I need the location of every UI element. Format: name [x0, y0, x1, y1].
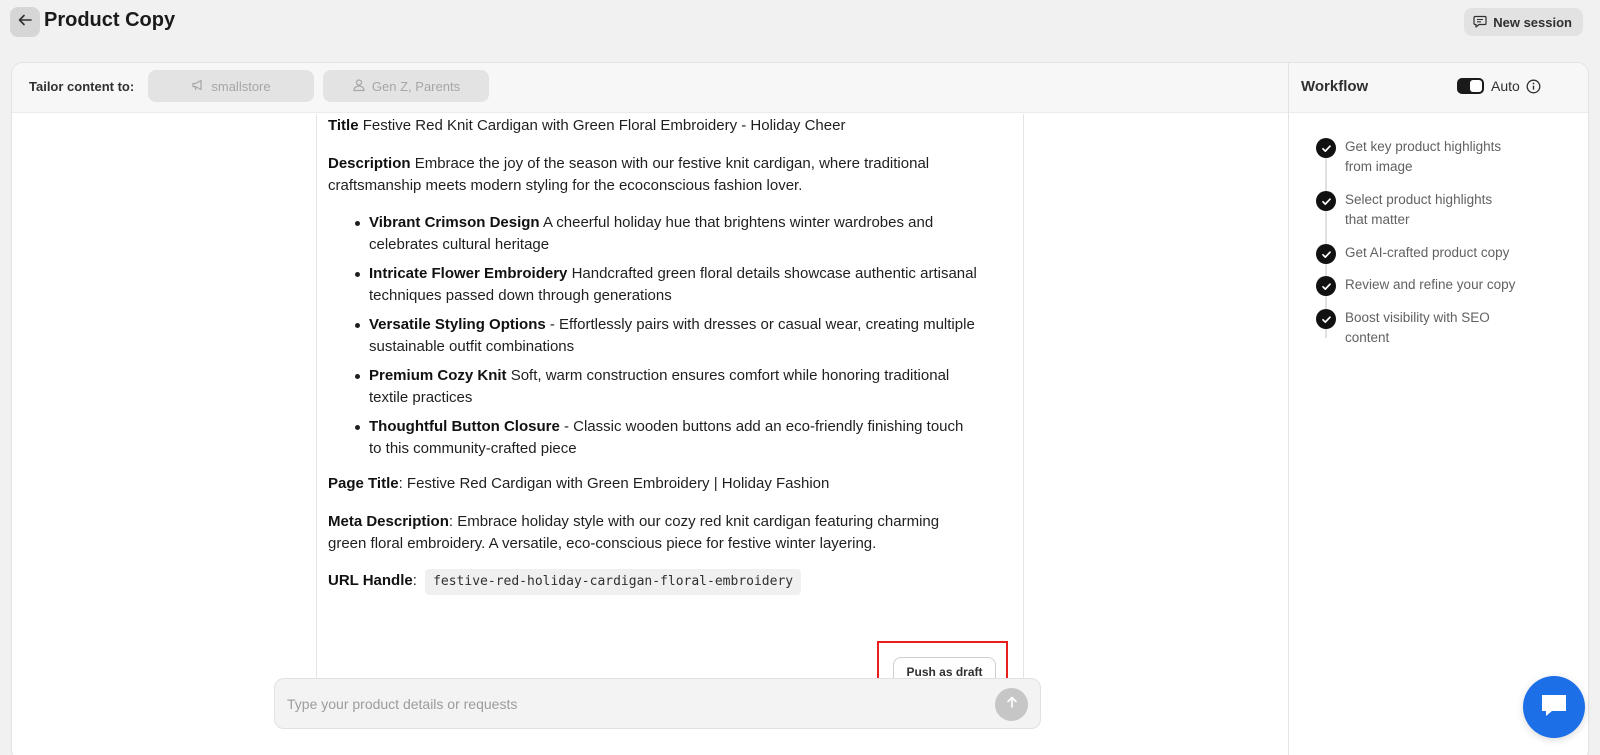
meta-description-line: Meta Description: Embrace holiday style … [328, 511, 939, 533]
step-label: Review and refine your copy [1345, 277, 1516, 292]
list-item: Versatile Styling Options - Effortlessly… [328, 314, 1008, 358]
bullet-label: Versatile Styling Options [369, 316, 546, 333]
arrow-up-icon [1005, 695, 1019, 714]
person-icon [352, 78, 366, 95]
store-chip[interactable]: smallstore [148, 70, 314, 102]
meta-description-label: Meta Description [328, 513, 449, 530]
top-bar: Product Copy New session [0, 0, 1600, 44]
step-label: Get key product highlights from image [1345, 139, 1502, 174]
description-label: Description [328, 155, 411, 172]
toggle-knob [1470, 80, 1482, 92]
workflow-title: Workflow [1301, 78, 1369, 95]
bullet-text-2: sustainable outfit combinations [369, 338, 575, 355]
description-text: Embrace the joy of the season with our f… [414, 155, 930, 172]
step-label: Get AI-crafted product copy [1345, 245, 1510, 260]
audience-chip[interactable]: Gen Z, Parents [323, 70, 489, 102]
check-icon [1316, 244, 1336, 264]
chat-bubble-icon [1539, 691, 1569, 724]
list-item: Premium Cozy Knit Soft, warm constructio… [328, 365, 1008, 409]
send-button[interactable] [995, 688, 1028, 721]
product-copy-card: Title Festive Red Knit Cardigan with Gre… [316, 114, 1024, 713]
bullet-text: Soft, warm construction ensures comfort … [510, 367, 950, 384]
page-title-value: : Festive Red Cardigan with Green Embroi… [398, 475, 830, 492]
step-label: Select product highlights that matter [1345, 192, 1493, 227]
info-icon[interactable] [1526, 79, 1541, 99]
bullet-label: Intricate Flower Embroidery [369, 265, 568, 282]
title-label: Title [328, 117, 359, 134]
bullet-text: Handcrafted green floral details showcas… [571, 265, 977, 282]
check-icon [1316, 191, 1336, 211]
url-handle-separator: : [412, 572, 417, 589]
bullet-text: A cheerful holiday hue that brightens wi… [542, 214, 934, 231]
bullet-label: Premium Cozy Knit [369, 367, 507, 384]
url-handle-label: URL Handle [328, 572, 413, 589]
content-area: Tailor content to: smallstore Gen Z, Par… [12, 63, 1314, 755]
auto-label: Auto [1491, 78, 1520, 94]
list-item: Intricate Flower Embroidery Handcrafted … [328, 263, 1008, 307]
check-icon [1316, 138, 1336, 158]
audience-chip-label: Gen Z, Parents [371, 78, 461, 94]
meta-description-line-2: green floral embroidery. A versatile, ec… [328, 535, 877, 552]
bullet-text-2: to this community-crafted piece [369, 440, 577, 457]
description-line-2: craftsmanship meets modern styling for t… [328, 177, 803, 194]
back-button[interactable] [10, 7, 40, 37]
new-session-button[interactable]: New session [1464, 8, 1583, 36]
megaphone-icon [191, 78, 205, 95]
arrow-left-icon [17, 12, 33, 33]
step-label: Boost visibility with SEO content [1345, 310, 1490, 345]
chat-icon [1473, 14, 1487, 31]
chat-support-button[interactable] [1523, 676, 1585, 738]
meta-description-text: : Embrace holiday style with our cozy re… [448, 513, 940, 530]
url-handle-line: URL Handle: festive-red-holiday-cardigan… [328, 569, 802, 595]
bullet-text: - Classic wooden buttons add an eco-frie… [563, 418, 964, 435]
page-title-label: Page Title [328, 475, 399, 492]
main-panel: Tailor content to: smallstore Gen Z, Par… [11, 62, 1589, 755]
check-icon [1316, 276, 1336, 296]
title-value: Festive Red Knit Cardigan with Green Flo… [362, 117, 846, 134]
list-item: Thoughtful Button Closure - Classic wood… [328, 416, 1008, 460]
tailor-label: Tailor content to: [29, 79, 135, 94]
prompt-box [274, 678, 1041, 729]
title-line: Title Festive Red Knit Cardigan with Gre… [328, 115, 845, 137]
auto-toggle[interactable] [1457, 78, 1484, 94]
bullet-label: Vibrant Crimson Design [369, 214, 540, 231]
bullet-text-2: textile practices [369, 389, 473, 406]
workflow-header: Workflow Auto [1289, 63, 1588, 113]
bullet-text-2: techniques passed down through generatio… [369, 287, 672, 304]
url-handle-value: festive-red-holiday-cardigan-floral-embr… [425, 569, 802, 595]
workflow-panel: Workflow Auto Get key product highlights… [1288, 63, 1588, 755]
page-title-line: Page Title: Festive Red Cardigan with Gr… [328, 473, 829, 495]
prompt-input[interactable] [287, 693, 977, 715]
tailor-bar: Tailor content to: smallstore Gen Z, Par… [12, 63, 1314, 113]
list-item: Vibrant Crimson Design A cheerful holida… [328, 212, 1008, 256]
check-icon [1316, 309, 1336, 329]
bullet-label: Thoughtful Button Closure [369, 418, 560, 435]
page-title: Product Copy [44, 9, 176, 31]
bullet-text: - Effortlessly pairs with dresses or cas… [549, 316, 975, 333]
new-session-label: New session [1493, 14, 1572, 30]
description-line: Description Embrace the joy of the seaso… [328, 153, 929, 175]
bullet-text-2: celebrates cultural heritage [369, 236, 550, 253]
store-chip-label: smallstore [211, 78, 271, 94]
